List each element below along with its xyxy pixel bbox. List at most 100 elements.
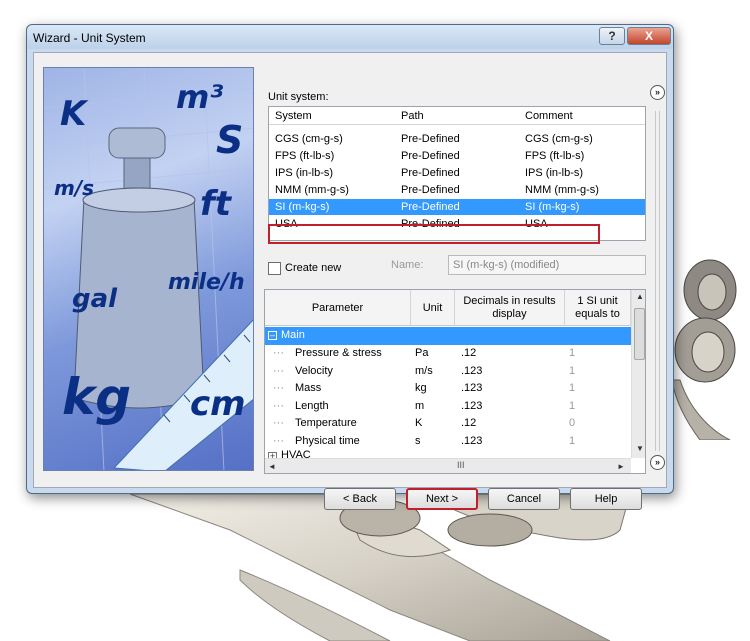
parameter-si: 1 <box>569 382 576 394</box>
parameter-name: Velocity <box>295 364 333 377</box>
unit-system-row-selected[interactable]: SI (m-kg-s) Pre-Defined SI (m-kg-s) <box>269 199 645 215</box>
title-bar: Wizard - Unit System ? X <box>27 25 673 49</box>
column-header-unit[interactable]: Unit <box>411 290 455 326</box>
parameter-si: 1 <box>569 364 576 377</box>
parameter-decimals[interactable]: .123 <box>461 400 482 412</box>
vertical-scrollbar[interactable]: ▲ ▼ <box>631 290 645 458</box>
parameter-name: Length <box>295 399 329 412</box>
parameter-si: 0 <box>569 417 576 429</box>
close-button[interactable]: X <box>627 27 671 45</box>
parameter-row[interactable]: ··· Velocity m/s .123 1 <box>265 363 631 381</box>
comment-cell: FPS (ft-lb-s) <box>525 150 585 162</box>
scroll-down-icon[interactable]: ▼ <box>636 444 644 453</box>
comment-cell: CGS (cm-g-s) <box>525 133 593 145</box>
unit-label-gal: gal <box>72 284 118 314</box>
parameter-decimals[interactable]: .123 <box>461 365 482 377</box>
parameter-grid-header: Parameter Unit Decimals in results displ… <box>265 290 631 326</box>
horizontal-scrollbar[interactable]: ◄ III ► <box>265 458 631 473</box>
scroll-right-icon[interactable]: ► <box>617 462 625 471</box>
tree-line-icon: ··· <box>273 417 284 429</box>
name-field[interactable]: SI (m-kg-s) (modified) <box>448 255 646 275</box>
horizontal-scroll-thumb[interactable]: III <box>457 460 465 470</box>
column-header-path[interactable]: Path <box>401 110 424 122</box>
selected-row-highlight <box>268 224 600 244</box>
next-button[interactable]: Next > <box>406 488 478 510</box>
column-header-decimals[interactable]: Decimals in results display <box>455 290 565 326</box>
unit-label-kg: kg <box>62 368 132 426</box>
parameter-si: 1 <box>569 347 576 359</box>
unit-label-m3: m³ <box>176 78 224 116</box>
system-cell: FPS (ft-lb-s) <box>275 150 335 162</box>
parameter-name: Temperature <box>295 417 357 429</box>
unit-system-row[interactable]: FPS (ft-lb-s) Pre-Defined FPS (ft-lb-s) <box>269 148 645 164</box>
parameter-unit[interactable]: kg <box>415 382 427 394</box>
unit-label-ms: m/s <box>54 176 95 200</box>
unit-system-row[interactable]: NMM (mm-g-s) Pre-Defined NMM (mm-g-s) <box>269 182 645 198</box>
unit-label-mileh: mile/h <box>168 270 245 295</box>
unit-label-s: S <box>216 118 244 162</box>
tree-line-icon: ··· <box>273 347 284 359</box>
comment-cell: NMM (mm-g-s) <box>525 184 599 196</box>
parameter-unit[interactable]: m <box>415 400 424 412</box>
parameter-row[interactable]: ··· Pressure & stress Pa .12 1 <box>265 345 631 363</box>
parameter-name: Mass <box>295 382 322 394</box>
column-header-parameter[interactable]: Parameter <box>265 290 411 326</box>
back-button[interactable]: < Back <box>324 488 396 510</box>
unit-label-ft: ft <box>200 184 232 224</box>
unit-label-k: K <box>60 94 87 134</box>
parameter-row[interactable]: ··· Physical time s .123 1 <box>265 433 631 451</box>
window-title: Wizard - Unit System <box>33 31 146 45</box>
create-new-checkbox[interactable] <box>268 262 281 275</box>
scroll-up-icon[interactable]: ▲ <box>636 292 644 301</box>
column-header-si-unit[interactable]: 1 SI unit equals to <box>565 290 631 326</box>
unit-label-cm: cm <box>190 384 246 424</box>
path-cell: Pre-Defined <box>401 133 460 145</box>
comment-cell: IPS (in-lb-s) <box>525 167 584 179</box>
name-label: Name: <box>391 259 424 271</box>
path-cell: Pre-Defined <box>401 201 460 213</box>
parameter-si: 1 <box>569 434 576 447</box>
collapse-icon[interactable]: – <box>268 331 277 340</box>
unit-system-list-header: System Path Comment <box>269 107 645 125</box>
path-cell: Pre-Defined <box>401 167 460 179</box>
unit-system-illustration: K m³ S m/s ft mile/h gal kg cm <box>43 67 254 471</box>
column-header-system[interactable]: System <box>275 110 312 122</box>
help-button[interactable]: Help <box>570 488 642 510</box>
comment-cell: SI (m-kg-s) <box>525 201 580 213</box>
group-row-main[interactable]: – Main <box>265 327 631 345</box>
column-header-comment[interactable]: Comment <box>525 110 573 122</box>
parameter-unit[interactable]: K <box>415 417 422 429</box>
parameter-decimals[interactable]: .12 <box>461 347 476 359</box>
unit-system-row[interactable]: IPS (in-lb-s) Pre-Defined IPS (in-lb-s) <box>269 165 645 181</box>
parameter-row[interactable]: ··· Temperature K .12 0 <box>265 415 631 433</box>
expand-right-top-icon[interactable]: » <box>650 85 665 100</box>
tree-line-icon: ··· <box>273 434 284 447</box>
parameter-decimals[interactable]: .123 <box>461 435 482 447</box>
path-cell: Pre-Defined <box>401 150 460 162</box>
group-name: Main <box>281 329 305 341</box>
parameter-si: 1 <box>569 399 576 412</box>
cancel-button[interactable]: Cancel <box>488 488 560 510</box>
unit-system-label: Unit system: <box>268 91 329 103</box>
create-new-label: Create new <box>285 262 342 274</box>
parameter-grid[interactable]: Parameter Unit Decimals in results displ… <box>264 289 646 474</box>
unit-system-list[interactable]: System Path Comment CGS (cm-g-s) Pre-Def… <box>268 106 646 241</box>
system-cell: SI (m-kg-s) <box>275 201 330 213</box>
parameter-row[interactable]: ··· Mass kg .123 1 <box>265 380 631 398</box>
splitter-bar[interactable] <box>655 111 660 451</box>
tree-line-icon: ··· <box>273 399 284 412</box>
help-title-button[interactable]: ? <box>599 27 625 45</box>
tree-line-icon: ··· <box>273 382 284 394</box>
parameter-row[interactable]: ··· Length m .123 1 <box>265 398 631 416</box>
unit-system-row[interactable]: CGS (cm-g-s) Pre-Defined CGS (cm-g-s) <box>269 131 645 147</box>
scroll-left-icon[interactable]: ◄ <box>268 462 276 471</box>
path-cell: Pre-Defined <box>401 184 460 196</box>
vertical-scroll-thumb[interactable] <box>634 308 645 360</box>
parameter-decimals[interactable]: .12 <box>461 417 476 429</box>
parameter-unit[interactable]: s <box>415 435 421 447</box>
parameter-unit[interactable]: m/s <box>415 365 433 377</box>
parameter-decimals[interactable]: .123 <box>461 382 482 394</box>
expand-right-bottom-icon[interactable]: » <box>650 455 665 470</box>
parameter-name: Physical time <box>295 434 360 447</box>
parameter-unit[interactable]: Pa <box>415 347 428 359</box>
